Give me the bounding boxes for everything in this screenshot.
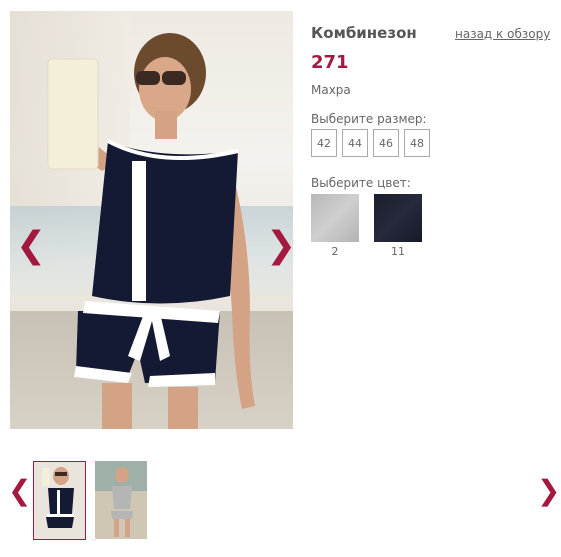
size-option-46[interactable]: 46 bbox=[373, 129, 399, 157]
size-option-48[interactable]: 48 bbox=[404, 129, 430, 157]
photo-next-arrow-icon[interactable]: ❯ bbox=[266, 228, 296, 264]
color-code-grey: 2 bbox=[331, 245, 339, 258]
product-main-photo bbox=[10, 11, 293, 429]
size-option-44[interactable]: 44 bbox=[342, 129, 368, 157]
color-code-navy: 11 bbox=[391, 245, 405, 258]
size-selector-label: Выберите размер: bbox=[311, 112, 427, 126]
color-swatch-navy[interactable] bbox=[374, 194, 422, 242]
photo-prev-arrow-icon[interactable]: ❮ bbox=[16, 228, 46, 264]
thumbnail-grey[interactable] bbox=[95, 461, 147, 539]
thumbnail-navy[interactable] bbox=[33, 461, 86, 540]
size-option-42[interactable]: 42 bbox=[311, 129, 337, 157]
thumbs-prev-arrow-icon[interactable]: ❮ bbox=[8, 477, 31, 505]
model-figure bbox=[47, 33, 255, 429]
product-price: 271 bbox=[311, 52, 349, 73]
color-selector-label: Выберите цвет: bbox=[311, 176, 411, 190]
thumbs-next-arrow-icon[interactable]: ❯ bbox=[537, 477, 560, 505]
back-to-overview-link[interactable]: назад к обзору bbox=[455, 27, 550, 41]
size-options: 42 44 46 48 bbox=[311, 129, 430, 157]
product-material: Махра bbox=[311, 83, 351, 97]
color-swatch-grey[interactable] bbox=[311, 194, 359, 242]
product-title: Комбинезон bbox=[311, 24, 417, 42]
